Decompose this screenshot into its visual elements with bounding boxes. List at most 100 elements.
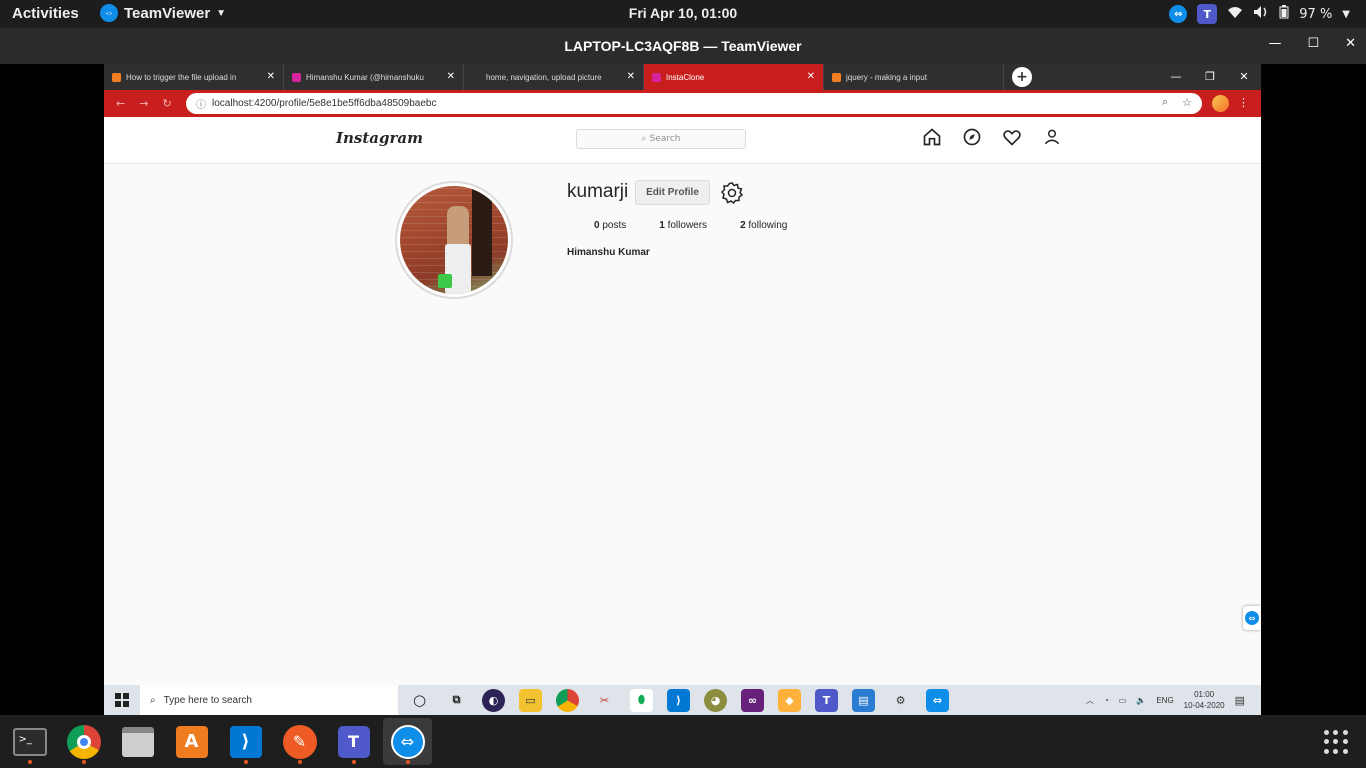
battery-icon[interactable] (1279, 5, 1289, 23)
windows-clock[interactable]: 01:00 10-04-2020 (1184, 689, 1225, 711)
instagram-header: Instagram ⌕ Search (104, 117, 1261, 164)
back-icon[interactable]: ← (116, 97, 125, 110)
profile-picture[interactable] (395, 181, 513, 299)
ubuntu-dock: >_ A ⟩ ✎ T ⇔ (0, 715, 1366, 768)
url-text[interactable]: localhost:4200/profile/5e8e1be5ff6dba485… (212, 98, 436, 109)
following-stat[interactable]: 2 following (740, 220, 787, 231)
file-manager-icon[interactable] (113, 718, 162, 765)
wifi-icon[interactable]: ◔ (1104, 696, 1109, 705)
windows-start-icon[interactable] (104, 685, 140, 715)
postman-icon[interactable]: ✎ (275, 718, 324, 765)
followers-stat[interactable]: 1 followers (659, 220, 707, 231)
search-icon: ⌕ (150, 694, 156, 706)
menu-dots-icon[interactable]: ⋮ (1238, 96, 1249, 109)
remote-desktop[interactable]: How to trigger the file upload in ✕ Hima… (104, 64, 1261, 715)
teamviewer-icon[interactable]: ⇔ (926, 688, 949, 712)
chrome-icon[interactable] (556, 688, 579, 712)
home-icon[interactable] (922, 127, 942, 151)
activities-button[interactable]: Activities (12, 5, 79, 22)
settings-gear-icon[interactable]: ⚙ (889, 689, 912, 712)
browser-toolbar: ← → ↻ ⓘ localhost:4200/profile/5e8e1be5f… (104, 90, 1261, 117)
reload-icon[interactable]: ↻ (162, 97, 171, 110)
terminal-icon[interactable]: >_ (5, 718, 54, 765)
tab-label: InstaClone (666, 72, 705, 82)
zoom-icon[interactable]: ⌕ (1162, 96, 1168, 109)
word-icon[interactable]: ▤ (852, 688, 875, 712)
task-view-icon[interactable]: ⧉ (445, 689, 468, 712)
close-icon[interactable]: ✕ (267, 71, 275, 82)
teams-icon[interactable]: T (329, 718, 378, 765)
teams-tray-icon[interactable]: T (1197, 4, 1218, 24)
tab-label: How to trigger the file upload in (126, 72, 237, 82)
minimize-icon[interactable]: — (1268, 36, 1281, 51)
instagram-icon (292, 72, 301, 82)
vscode-icon[interactable]: ⟩ (221, 718, 270, 765)
profile-stats: 0 posts 1 followers 2 following (594, 220, 787, 231)
posts-stat: 0 posts (594, 220, 627, 231)
blank-page-icon (472, 73, 481, 82)
volume-icon[interactable]: 🔈 (1136, 696, 1146, 705)
close-icon[interactable]: ✕ (447, 71, 455, 82)
info-icon[interactable]: ⓘ (196, 96, 206, 111)
close-icon[interactable]: ✕ (1227, 64, 1261, 90)
visual-studio-icon[interactable]: ∞ (741, 688, 764, 712)
address-bar[interactable]: ⓘ localhost:4200/profile/5e8e1be5ff6dba4… (186, 93, 1202, 114)
teams-icon[interactable]: T (815, 688, 838, 712)
volume-icon[interactable] (1253, 5, 1269, 23)
cortana-icon[interactable]: ○ (408, 689, 431, 712)
teamviewer-side-panel-icon[interactable]: ⇔ (1243, 606, 1261, 630)
profile-avatar-icon[interactable] (1212, 95, 1229, 112)
battery-icon[interactable]: ▭ (1119, 696, 1127, 705)
notification-icon[interactable]: ▤ (1235, 694, 1245, 707)
browser-tab[interactable]: jquery - making a input (824, 64, 1004, 90)
chrome-icon[interactable] (59, 718, 108, 765)
vscode-icon[interactable]: ⟩ (667, 688, 690, 712)
teamviewer-icon[interactable]: ⇔ (383, 718, 432, 765)
browser-tab[interactable]: home, navigation, upload picture ✕ (464, 64, 644, 90)
explore-compass-icon[interactable] (962, 127, 982, 151)
language-indicator[interactable]: ENG (1156, 696, 1173, 705)
close-icon[interactable]: ✕ (1345, 36, 1356, 51)
instagram-icon (652, 72, 661, 82)
windows-search-input[interactable]: ⌕ Type here to search (140, 685, 398, 715)
bookmark-star-icon[interactable]: ☆ (1182, 96, 1192, 109)
app-menu[interactable]: ⇔ TeamViewer ▼ (100, 4, 226, 22)
minimize-icon[interactable]: — (1159, 64, 1193, 90)
eclipse-icon[interactable]: ◐ (482, 688, 505, 712)
heart-icon[interactable] (1002, 127, 1022, 151)
chevron-down-icon[interactable]: ▼ (1342, 9, 1350, 20)
windows-taskbar: ⌕ Type here to search ○ ⧉ ◐ ▭ ✂ ⬮ ⟩ ◕ ∞ … (104, 685, 1261, 715)
edit-profile-button[interactable]: Edit Profile (635, 180, 710, 205)
search-placeholder: Search (649, 134, 681, 144)
forward-icon[interactable]: → (139, 97, 148, 110)
close-icon[interactable]: ✕ (627, 71, 635, 82)
software-center-icon[interactable]: A (167, 718, 216, 765)
sourcetree-icon[interactable]: ◆ (778, 688, 801, 712)
search-input[interactable]: ⌕ Search (576, 129, 746, 149)
teamviewer-tray-icon[interactable]: ⇔ (1169, 5, 1188, 23)
stackoverflow-icon (112, 72, 121, 82)
browser-tab[interactable]: Himanshu Kumar (@himanshuku ✕ (284, 64, 464, 90)
show-applications-icon[interactable] (1324, 730, 1348, 754)
file-explorer-icon[interactable]: ▭ (519, 688, 542, 712)
maximize-icon[interactable]: ☐ (1307, 36, 1319, 51)
window-title: LAPTOP-LC3AQF8B — TeamViewer (564, 38, 802, 54)
maximize-icon[interactable]: ❐ (1193, 64, 1227, 90)
snipping-tool-icon[interactable]: ✂ (593, 689, 616, 712)
chameleon-icon[interactable]: ◕ (704, 688, 727, 712)
stackoverflow-icon (832, 72, 841, 82)
close-icon[interactable]: ✕ (807, 71, 815, 82)
browser-tab-active[interactable]: InstaClone ✕ (644, 64, 824, 90)
profile-full-name: Himanshu Kumar (567, 247, 650, 258)
mongodb-icon[interactable]: ⬮ (630, 688, 653, 712)
profile-icon[interactable] (1042, 127, 1062, 151)
tab-label: home, navigation, upload picture (486, 72, 602, 82)
browser-tab[interactable]: How to trigger the file upload in ✕ (104, 64, 284, 90)
new-tab-button[interactable]: + (1012, 67, 1032, 87)
instagram-logo[interactable]: Instagram (336, 129, 423, 147)
chevron-up-icon[interactable]: ︿ (1086, 695, 1094, 706)
wifi-icon[interactable] (1227, 5, 1243, 23)
gear-icon[interactable] (720, 181, 744, 205)
battery-percentage: 97 % (1299, 6, 1333, 22)
tab-label: Himanshu Kumar (@himanshuku (306, 72, 424, 82)
